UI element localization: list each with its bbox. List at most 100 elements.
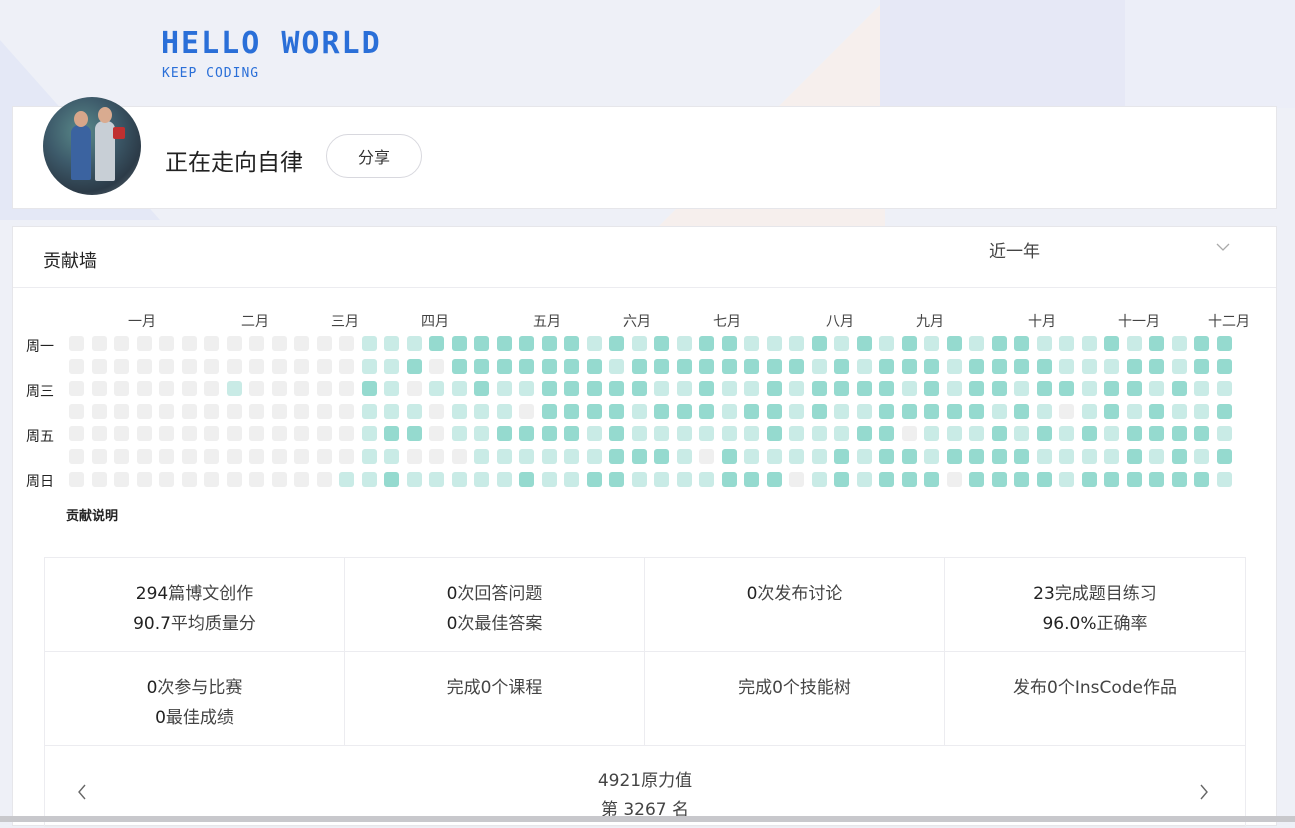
heatmap-cell[interactable] bbox=[114, 359, 129, 374]
heatmap-cell[interactable] bbox=[1037, 381, 1052, 396]
heatmap-cell[interactable] bbox=[789, 381, 804, 396]
heatmap-cell[interactable] bbox=[834, 404, 849, 419]
heatmap-cell[interactable] bbox=[992, 404, 1007, 419]
heatmap-cell[interactable] bbox=[1172, 359, 1187, 374]
heatmap-cell[interactable] bbox=[339, 359, 354, 374]
heatmap-cell[interactable] bbox=[1149, 426, 1164, 441]
heatmap-cell[interactable] bbox=[204, 449, 219, 464]
heatmap-cell[interactable] bbox=[699, 336, 714, 351]
heatmap-cell[interactable] bbox=[992, 359, 1007, 374]
heatmap-cell[interactable] bbox=[474, 359, 489, 374]
heatmap-cell[interactable] bbox=[1104, 381, 1119, 396]
heatmap-cell[interactable] bbox=[497, 359, 512, 374]
heatmap-cell[interactable] bbox=[744, 449, 759, 464]
heatmap-cell[interactable] bbox=[317, 404, 332, 419]
heatmap-cell[interactable] bbox=[969, 426, 984, 441]
heatmap-cell[interactable] bbox=[519, 472, 534, 487]
heatmap-cell[interactable] bbox=[137, 404, 152, 419]
heatmap-cell[interactable] bbox=[654, 381, 669, 396]
heatmap-cell[interactable] bbox=[902, 426, 917, 441]
heatmap-cell[interactable] bbox=[519, 404, 534, 419]
heatmap-cell[interactable] bbox=[834, 449, 849, 464]
heatmap-cell[interactable] bbox=[1059, 359, 1074, 374]
heatmap-cell[interactable] bbox=[969, 472, 984, 487]
heatmap-cell[interactable] bbox=[857, 472, 872, 487]
heatmap-cell[interactable] bbox=[1127, 472, 1142, 487]
heatmap-cell[interactable] bbox=[339, 449, 354, 464]
heatmap-cell[interactable] bbox=[857, 404, 872, 419]
heatmap-cell[interactable] bbox=[677, 404, 692, 419]
heatmap-cell[interactable] bbox=[1104, 359, 1119, 374]
heatmap-cell[interactable] bbox=[564, 359, 579, 374]
heatmap-cell[interactable] bbox=[767, 426, 782, 441]
heatmap-cell[interactable] bbox=[407, 472, 422, 487]
heatmap-cell[interactable] bbox=[1127, 404, 1142, 419]
heatmap-cell[interactable] bbox=[789, 449, 804, 464]
heatmap-cell[interactable] bbox=[362, 426, 377, 441]
heatmap-cell[interactable] bbox=[992, 381, 1007, 396]
heatmap-cell[interactable] bbox=[317, 472, 332, 487]
heatmap-cell[interactable] bbox=[969, 336, 984, 351]
heatmap-cell[interactable] bbox=[339, 426, 354, 441]
heatmap-cell[interactable] bbox=[969, 449, 984, 464]
heatmap-cell[interactable] bbox=[429, 381, 444, 396]
heatmap-cell[interactable] bbox=[677, 381, 692, 396]
heatmap-cell[interactable] bbox=[654, 426, 669, 441]
heatmap-cell[interactable] bbox=[1149, 449, 1164, 464]
heatmap-cell[interactable] bbox=[632, 381, 647, 396]
heatmap-cell[interactable] bbox=[879, 336, 894, 351]
heatmap-cell[interactable] bbox=[204, 359, 219, 374]
heatmap-cell[interactable] bbox=[924, 426, 939, 441]
heatmap-cell[interactable] bbox=[744, 472, 759, 487]
heatmap-cell[interactable] bbox=[992, 426, 1007, 441]
heatmap-cell[interactable] bbox=[947, 404, 962, 419]
heatmap-cell[interactable] bbox=[699, 359, 714, 374]
heatmap-cell[interactable] bbox=[159, 381, 174, 396]
heatmap-cell[interactable] bbox=[92, 359, 107, 374]
heatmap-cell[interactable] bbox=[1014, 336, 1029, 351]
heatmap-cell[interactable] bbox=[542, 404, 557, 419]
heatmap-cell[interactable] bbox=[1082, 449, 1097, 464]
heatmap-cell[interactable] bbox=[452, 359, 467, 374]
heatmap-cell[interactable] bbox=[1217, 336, 1232, 351]
heatmap-cell[interactable] bbox=[564, 472, 579, 487]
heatmap-cell[interactable] bbox=[1014, 359, 1029, 374]
heatmap-cell[interactable] bbox=[947, 381, 962, 396]
heatmap-cell[interactable] bbox=[272, 336, 287, 351]
heatmap-cell[interactable] bbox=[992, 472, 1007, 487]
heatmap-cell[interactable] bbox=[497, 404, 512, 419]
heatmap-cell[interactable] bbox=[947, 472, 962, 487]
heatmap-cell[interactable] bbox=[609, 426, 624, 441]
heatmap-cell[interactable] bbox=[699, 404, 714, 419]
heatmap-cell[interactable] bbox=[317, 336, 332, 351]
heatmap-cell[interactable] bbox=[812, 404, 827, 419]
heatmap-cell[interactable] bbox=[1104, 426, 1119, 441]
heatmap-cell[interactable] bbox=[1127, 359, 1142, 374]
heatmap-cell[interactable] bbox=[767, 472, 782, 487]
heatmap-cell[interactable] bbox=[947, 359, 962, 374]
heatmap-cell[interactable] bbox=[317, 359, 332, 374]
heatmap-cell[interactable] bbox=[542, 381, 557, 396]
heatmap-cell[interactable] bbox=[632, 336, 647, 351]
heatmap-cell[interactable] bbox=[677, 472, 692, 487]
heatmap-cell[interactable] bbox=[227, 336, 242, 351]
heatmap-cell[interactable] bbox=[384, 449, 399, 464]
heatmap-cell[interactable] bbox=[1172, 472, 1187, 487]
heatmap-cell[interactable] bbox=[902, 359, 917, 374]
heatmap-cell[interactable] bbox=[1082, 472, 1097, 487]
heatmap-cell[interactable] bbox=[272, 359, 287, 374]
heatmap-cell[interactable] bbox=[407, 336, 422, 351]
heatmap-cell[interactable] bbox=[1037, 472, 1052, 487]
heatmap-cell[interactable] bbox=[497, 472, 512, 487]
heatmap-cell[interactable] bbox=[632, 404, 647, 419]
heatmap-cell[interactable] bbox=[1082, 381, 1097, 396]
heatmap-cell[interactable] bbox=[1194, 404, 1209, 419]
heatmap-cell[interactable] bbox=[902, 449, 917, 464]
heatmap-cell[interactable] bbox=[744, 426, 759, 441]
heatmap-cell[interactable] bbox=[227, 359, 242, 374]
heatmap-cell[interactable] bbox=[497, 426, 512, 441]
heatmap-cell[interactable] bbox=[969, 359, 984, 374]
heatmap-cell[interactable] bbox=[137, 359, 152, 374]
heatmap-cell[interactable] bbox=[519, 359, 534, 374]
heatmap-cell[interactable] bbox=[789, 472, 804, 487]
